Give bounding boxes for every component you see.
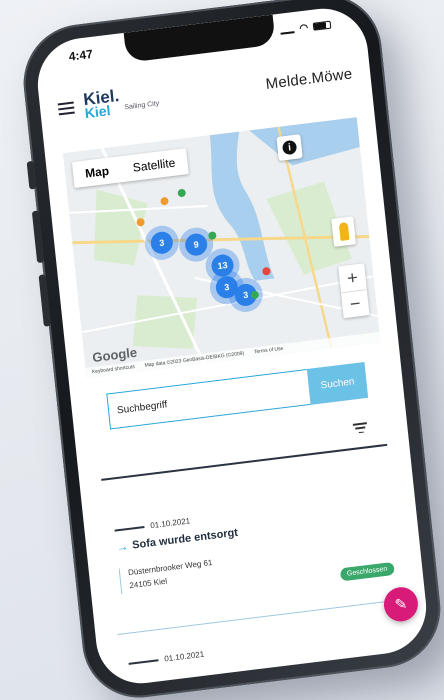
info-icon: i [281, 139, 298, 156]
search-input[interactable]: Suchbegriff [106, 369, 311, 430]
map-zoom-controls: + − [338, 263, 370, 319]
scene: 4:47 ◠ Kiel. Kiel Sailing City Melde.Möw… [0, 0, 444, 700]
kiel-logo[interactable]: Kiel. Kiel Sailing City [82, 83, 160, 122]
search-button[interactable]: Suchen [306, 361, 369, 405]
create-report-button[interactable]: ✎ [382, 585, 420, 624]
arrow-right-icon: → [115, 539, 130, 555]
pencil-icon: ✎ [393, 595, 409, 615]
map-view[interactable]: Map Satellite i + − 3 9 13 3 3 Google Ke… [62, 117, 381, 378]
signal-icon [280, 25, 295, 35]
terms-of-use-link[interactable]: Terms of Use [254, 346, 284, 356]
map-info-button[interactable]: i [276, 134, 303, 161]
status-time: 4:47 [68, 46, 94, 64]
zoom-in-button[interactable]: + [338, 263, 367, 292]
list-item[interactable]: 01.10.2021 → Sofa wurde entsorgt Düstern… [114, 492, 400, 594]
search-bar: Suchbegriff Suchen [106, 361, 369, 430]
wifi-icon: ◠ [298, 21, 309, 34]
zoom-out-button[interactable]: − [340, 289, 370, 319]
phone-device: 4:47 ◠ Kiel. Kiel Sailing City Melde.Möw… [17, 0, 444, 700]
keyboard-shortcuts-link[interactable]: Keyboard shortcuts [92, 364, 135, 375]
list-divider [101, 443, 388, 481]
logo-alt-text: Kiel [84, 102, 112, 122]
battery-icon [312, 20, 332, 31]
street-view-pegman[interactable] [331, 216, 357, 247]
filter-icon[interactable] [352, 422, 368, 434]
pegman-icon [338, 222, 350, 242]
app-title: Melde.Möwe [264, 64, 354, 93]
logo-subtitle: Sailing City [124, 99, 160, 111]
phone-screen: 4:47 ◠ Kiel. Kiel Sailing City Melde.Möw… [33, 3, 431, 689]
status-icons: ◠ [280, 18, 332, 38]
hamburger-menu-icon[interactable] [57, 101, 75, 116]
